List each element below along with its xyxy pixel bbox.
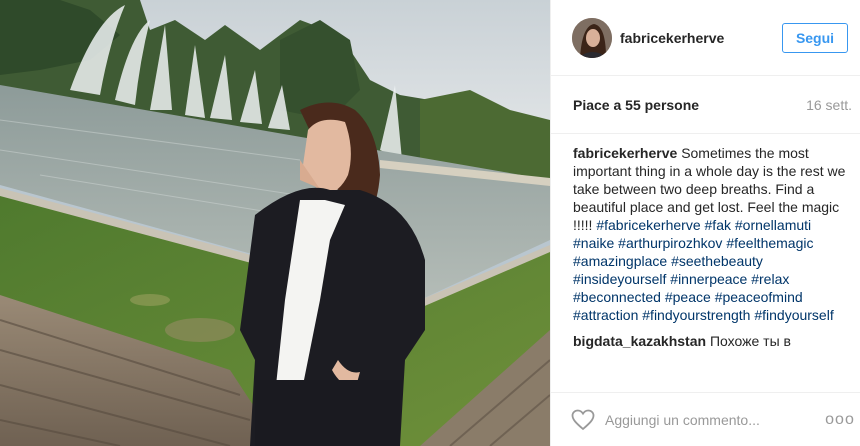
avatar-image xyxy=(572,17,612,58)
heart-icon[interactable] xyxy=(571,409,595,431)
hashtag-link[interactable]: #findyourstrength xyxy=(642,307,750,323)
add-comment-bar: ooo xyxy=(551,392,860,446)
hashtag-link[interactable]: #peace xyxy=(665,289,711,305)
more-options-icon[interactable]: ooo xyxy=(820,411,860,429)
comment-username[interactable]: bigdata_kazakhstan xyxy=(573,333,706,349)
post-age[interactable]: 16 sett. xyxy=(806,97,852,113)
profile-avatar[interactable] xyxy=(572,17,612,58)
comment-item: bigdata_kazakhstan Похоже ты в xyxy=(573,332,848,350)
caption-username[interactable]: fabricekerherve xyxy=(573,145,677,161)
hashtag-link[interactable]: #seethebeauty xyxy=(671,253,763,269)
post-username[interactable]: fabricekerherve xyxy=(620,30,782,46)
follow-button[interactable]: Segui xyxy=(782,22,848,53)
likes-count[interactable]: Piace a 55 persone xyxy=(573,97,699,113)
hashtag-link[interactable]: #arthurpirozhkov xyxy=(618,235,722,251)
hashtag-link[interactable]: #fak xyxy=(705,217,731,233)
hashtag-link[interactable]: #naike xyxy=(573,235,614,251)
hashtag-link[interactable]: #fabricekerherve xyxy=(596,217,700,233)
post-header: fabricekerherve Segui xyxy=(551,0,860,76)
post-photo[interactable] xyxy=(0,0,550,446)
hashtag-link[interactable]: #attraction xyxy=(573,307,638,323)
hashtag-link[interactable]: #amazingplace xyxy=(573,253,667,269)
photo-scene xyxy=(0,0,550,446)
post-caption: fabricekerherve Sometimes the most impor… xyxy=(551,144,860,374)
comment-input[interactable] xyxy=(605,411,820,428)
post-sidebar: fabricekerherve Segui Piace a 55 persone… xyxy=(550,0,860,446)
hashtag-link[interactable]: #relax xyxy=(751,271,789,287)
hashtag-link[interactable]: #innerpeace xyxy=(670,271,747,287)
hashtag-link[interactable]: #feelthemagic xyxy=(726,235,813,251)
caption-hashtags: #fabricekerherve #fak #ornellamuti #naik… xyxy=(573,217,834,323)
hashtag-link[interactable]: #findyourself xyxy=(754,307,833,323)
hashtag-link[interactable]: #beconnected xyxy=(573,289,661,305)
hashtag-link[interactable]: #insideyourself xyxy=(573,271,666,287)
hashtag-link[interactable]: #peaceofmind xyxy=(715,289,803,305)
post-meta: Piace a 55 persone 16 sett. xyxy=(551,76,860,134)
caption-body: fabricekerherve Sometimes the most impor… xyxy=(573,144,848,324)
hashtag-link[interactable]: #ornellamuti xyxy=(735,217,811,233)
instagram-post: fabricekerherve Segui Piace a 55 persone… xyxy=(0,0,860,446)
comment-text: Похоже ты в xyxy=(709,333,791,349)
